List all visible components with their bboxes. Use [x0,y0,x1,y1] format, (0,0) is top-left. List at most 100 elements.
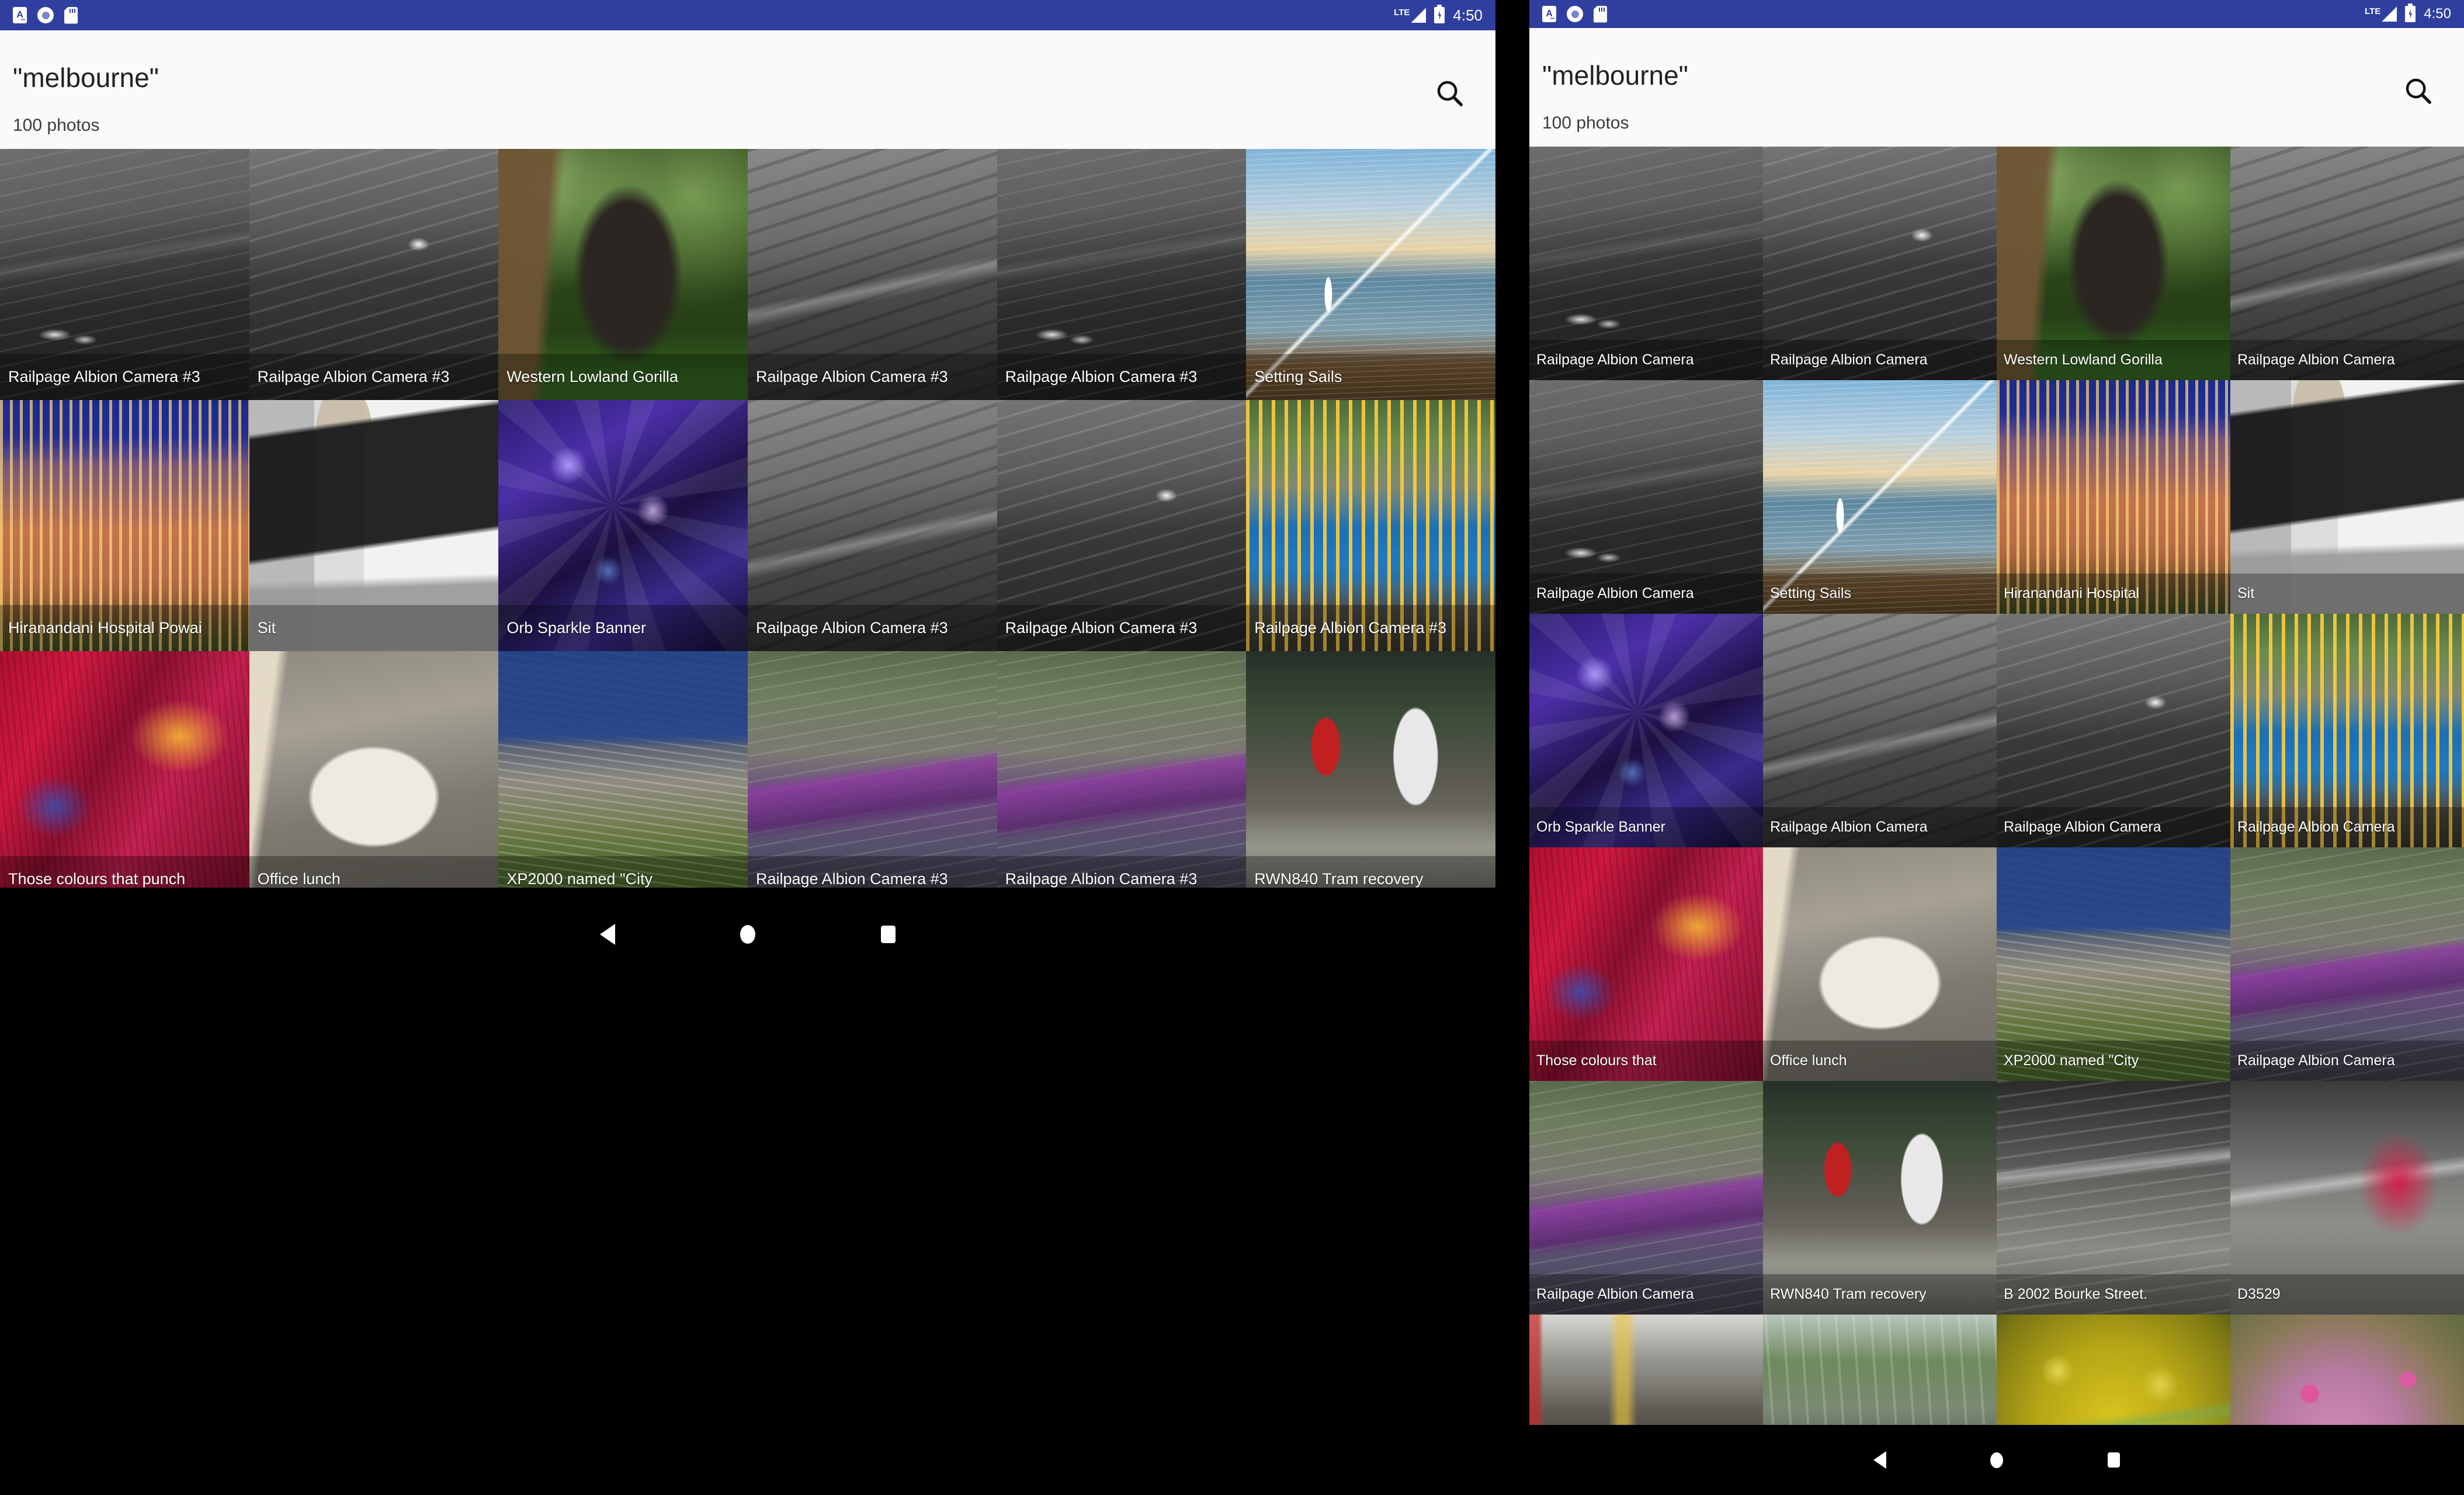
photo-cell[interactable]: XP2000 named "City [498,651,748,902]
photo-cell[interactable]: Sit [249,400,499,651]
photo-caption: Railpage Albion Camera #3 [249,354,499,400]
circle-icon [1990,1452,2003,1468]
photo-cell[interactable]: Railpage Albion Camera #3 [0,149,249,400]
status-bar-right-icons: LTE 4:50 [1394,7,1483,23]
navigation-bar-right [1529,1425,2464,1495]
notification-dots: ••• [20,18,25,22]
photo-cell[interactable]: Railpage Albion Camera [2230,614,2464,847]
battery-icon [2405,6,2416,22]
photo-cell[interactable]: Western Lowland Gorilla [498,149,748,400]
search-icon[interactable] [1434,77,1465,109]
search-icon[interactable] [2402,75,2434,106]
photo-cell[interactable]: Railpage Albion Camera #3 [249,149,499,400]
photo-caption: Western Lowland Gorilla [498,354,748,400]
photo-cell[interactable]: XP2000 named "City [1997,847,2230,1081]
photo-cell[interactable]: Railpage Albion Camera #3 [1246,400,1495,651]
status-bar-clock: 4:50 [1453,6,1483,24]
photo-count-label: 100 photos [1542,113,1629,133]
photo-caption: Hiranandani Hospital [1997,573,2230,614]
circle-icon [740,925,755,944]
photo-caption: Sit [249,605,499,651]
lte-signal-icon: LTE [2365,6,2397,22]
photo-caption: Setting Sails [1763,573,1997,614]
page-title: "melbourne" [13,62,159,93]
home-button[interactable] [678,925,818,944]
photo-cell[interactable]: Railpage Albion Camera [1763,147,1997,380]
photo-cell[interactable]: Orb Sparkle Banner [1529,614,1763,847]
photo-caption: D3529 [2230,1274,2464,1315]
sd-card-icon [64,6,78,24]
photo-caption: Railpage Albion Camera [1763,807,1997,847]
notification-dots: ••• [1550,17,1554,21]
photo-cell[interactable]: Railpage Albion Camera #3 [997,149,1247,400]
square-icon [880,926,896,943]
photo-caption: Railpage Albion Camera #3 [747,354,997,400]
photo-cell[interactable]: Those colours that [1529,847,1763,1081]
photo-caption: Railpage Albion Camera [1763,340,1997,380]
left-device-screen: A ••• LTE 4:50 "melbourne" 100 photos Rai… [0,0,1495,1495]
triangle-left-icon [600,924,615,945]
photo-cell[interactable]: Orb Sparkle Banner [498,400,748,651]
photo-cell[interactable]: Railpage Albion Camera [2230,147,2464,380]
app-bar-right: "melbourne" 100 photos [1529,28,2464,147]
photo-cell[interactable]: RWN840 Tram recovery [1763,1081,1997,1315]
photo-caption: Those colours that [1529,1041,1763,1081]
photo-caption: Railpage Albion Camera [2230,1041,2464,1081]
photo-cell[interactable]: Sit [2230,380,2464,614]
photo-cell[interactable]: Railpage Albion Camera [1997,614,2230,847]
status-bar-clock: 4:50 [2424,6,2451,22]
photo-cell[interactable]: Railpage Albion Camera [1529,380,1763,614]
app-bar-left: "melbourne" 100 photos [0,30,1495,149]
photo-grid-left: Railpage Albion Camera #3 Railpage Albion… [0,149,1495,902]
recents-button[interactable] [2055,1452,2172,1468]
photo-cell[interactable]: Railpage Albion Camera #3 [747,651,997,902]
home-button[interactable] [1938,1452,2055,1468]
photo-caption: Orb Sparkle Banner [498,605,748,651]
photo-cell[interactable]: Setting Sails [1763,380,1997,614]
back-button[interactable] [1821,1451,1938,1469]
back-button[interactable] [537,924,678,945]
photo-cell[interactable]: Railpage Albion Camera #3 [997,651,1247,902]
photo-cell[interactable]: Western Lowland Gorilla [1997,147,2230,380]
photo-cell[interactable]: Setting Sails [1246,149,1495,400]
photo-cell[interactable]: Railpage Albion Camera #3 [997,400,1247,651]
photo-cell[interactable]: Hiranandani Hospital [1997,380,2230,614]
status-bar-right: A ••• LTE 4:50 [1529,0,2464,28]
photo-cell[interactable]: Those colours that punch [0,651,249,902]
photo-caption: Railpage Albion Camera #3 [1246,605,1495,651]
photo-cell[interactable]: Railpage Albion Camera #3 [747,400,997,651]
photo-caption: Railpage Albion Camera [1529,573,1763,614]
page-title: "melbourne" [1542,60,1689,91]
status-bar-left-icons: A ••• [13,6,1394,24]
battery-icon [1434,7,1445,23]
photo-caption: Railpage Albion Camera [1529,1274,1763,1315]
photo-cell[interactable]: Railpage Albion Camera #3 [747,149,997,400]
photo-cell[interactable]: Railpage Albion Camera [1763,614,1997,847]
photo-caption: Railpage Albion Camera #3 [997,605,1247,651]
photo-cell[interactable]: Hiranandani Hospital Powai [0,400,249,651]
panel-divider [1495,0,1529,1495]
photo-cell[interactable]: Office lunch [1763,847,1997,1081]
photo-caption: Railpage Albion Camera [2230,340,2464,380]
photo-cell[interactable]: B 2002 Bourke Street. [1997,1081,2230,1315]
photo-cell[interactable]: RWN840 Tram recovery [1246,651,1495,902]
dual-screenshot-container: A ••• LTE 4:50 "melbourne" 100 photos Rai… [0,0,2464,1495]
photo-cell[interactable]: D3529 [2230,1081,2464,1315]
photo-cell[interactable]: Office lunch [249,651,499,902]
notification-icon: A ••• [1542,6,1556,22]
sd-card-icon [1594,5,1607,23]
lte-label: LTE [1394,8,1410,18]
photo-caption: Railpage Albion Camera [2230,807,2464,847]
photo-caption: Railpage Albion Camera #3 [747,605,997,651]
recents-button[interactable] [818,926,958,943]
triangle-left-icon [1873,1451,1886,1469]
photo-cell[interactable]: Railpage Albion Camera [1529,147,1763,380]
navigation-bar-left [0,888,1495,981]
photo-caption: Hiranandani Hospital Powai [0,605,249,651]
photo-caption: Office lunch [1763,1041,1997,1081]
status-bar-right-panel-right-icons: LTE 4:50 [2365,6,2451,22]
photo-cell[interactable]: Railpage Albion Camera [1529,1081,1763,1315]
right-device-screen: A ••• LTE 4:50 "melbourne" 100 photos Rai… [1529,0,2464,1495]
photo-cell[interactable]: Railpage Albion Camera [2230,847,2464,1081]
photo-grid-right: Railpage Albion Camera Railpage Albion Ca… [1529,147,2464,1495]
